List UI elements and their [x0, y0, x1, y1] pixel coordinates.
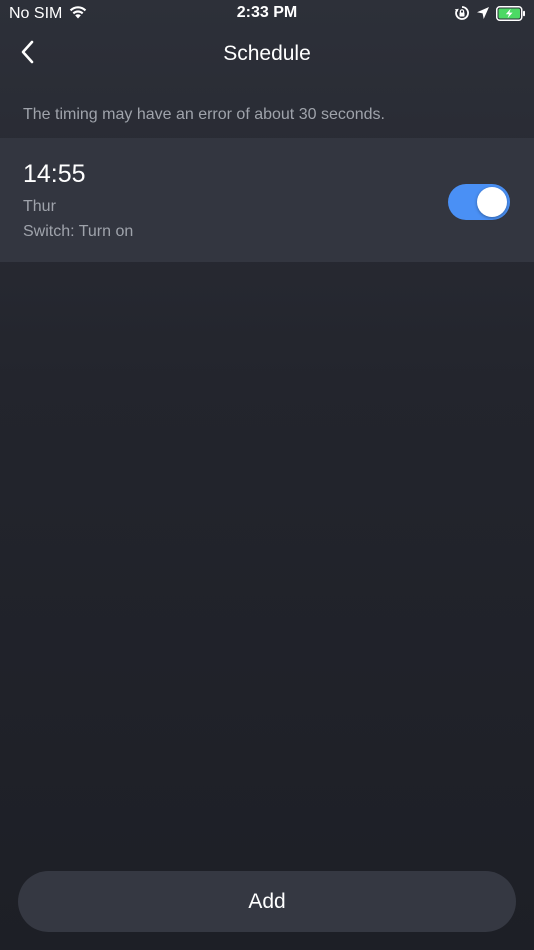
- schedule-item[interactable]: 14:55 Thur Switch: Turn on: [0, 138, 534, 262]
- timing-notice: The timing may have an error of about 30…: [23, 106, 385, 123]
- toggle-knob: [477, 187, 507, 217]
- location-arrow-icon: [476, 6, 490, 25]
- schedule-time: 14:55: [23, 160, 86, 188]
- schedule-action: Switch: Turn on: [23, 223, 134, 240]
- schedule-days: Thur: [23, 198, 56, 215]
- navigation-bar: Schedule: [0, 28, 534, 80]
- page-title: Schedule: [223, 42, 311, 65]
- status-bar: No SIM 2:33 PM: [0, 0, 534, 28]
- add-button[interactable]: Add: [18, 871, 516, 932]
- schedule-toggle[interactable]: [448, 184, 510, 220]
- status-right: [454, 5, 526, 26]
- battery-charging-icon: [496, 5, 526, 26]
- rotation-lock-icon: [454, 5, 470, 26]
